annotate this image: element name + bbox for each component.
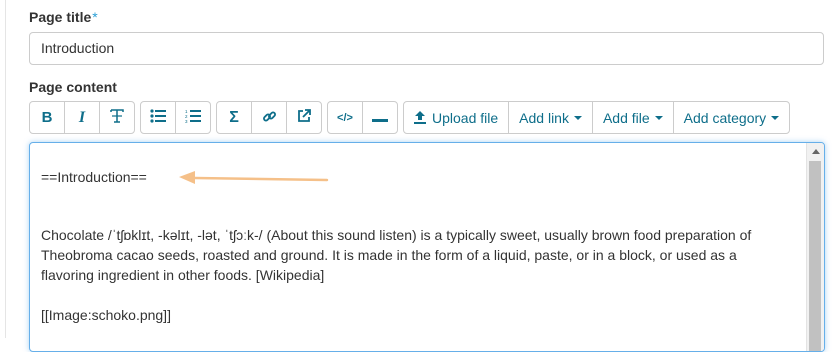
bold-icon: B — [41, 109, 53, 126]
horizontal-rule-button[interactable] — [362, 101, 398, 134]
bulleted-list-button[interactable] — [140, 101, 176, 134]
scroll-thumb[interactable] — [809, 161, 821, 351]
image-markup: [[Image:schoko.png]] — [41, 307, 171, 323]
add-file-dropdown[interactable]: Add file — [591, 101, 674, 134]
numbered-list-button[interactable]: 123 — [175, 101, 211, 134]
link-button[interactable] — [251, 101, 287, 134]
page-title-input[interactable]: Introduction — [29, 32, 824, 65]
bulleted-list-icon — [150, 109, 166, 126]
heading-markup: ==Introduction== — [41, 169, 147, 185]
paragraph-line: Theobroma cacao seeds, roasted and groun… — [41, 247, 737, 263]
caret-down-icon — [573, 115, 582, 120]
caret-down-icon — [771, 115, 780, 120]
paragraph-line: Chocolate /ˈtʃɒklɪt, -kəlɪt, -lət, ˈtʃɔː… — [41, 227, 752, 243]
code-icon: </> — [337, 111, 353, 124]
upload-file-button[interactable]: Upload file — [403, 101, 510, 134]
svg-text:3: 3 — [185, 119, 188, 123]
bold-button[interactable]: B — [29, 101, 65, 134]
scroll-up-icon[interactable] — [807, 143, 824, 160]
italic-icon: I — [78, 108, 86, 126]
numbered-list-icon: 123 — [185, 109, 201, 126]
clear-format-button[interactable] — [99, 101, 135, 134]
add-file-label: Add file — [602, 109, 650, 126]
add-link-dropdown[interactable]: Add link — [508, 101, 593, 134]
code-button[interactable]: </> — [327, 101, 363, 134]
italic-button[interactable]: I — [64, 101, 100, 134]
external-link-button[interactable] — [286, 101, 322, 134]
editor-toolbar: B I 123 Σ </> Upload file Add link Add f… — [29, 101, 791, 134]
add-category-label: Add category — [683, 109, 767, 126]
editor-scrollbar[interactable] — [806, 143, 824, 351]
horizontal-rule-icon — [372, 110, 388, 126]
upload-icon — [414, 111, 426, 124]
page-content-editor[interactable]: ==Introduction== Chocolate /ˈtʃɒklɪt, -k… — [29, 142, 825, 352]
editor-text: ==Introduction== Chocolate /ˈtʃɒklɪt, -k… — [41, 167, 801, 325]
add-link-label: Add link — [519, 109, 569, 126]
upload-file-label: Upload file — [432, 109, 499, 126]
clear-format-icon — [109, 108, 125, 127]
add-category-dropdown[interactable]: Add category — [672, 101, 791, 134]
required-indicator: * — [92, 9, 98, 25]
page-content-label: Page content — [29, 79, 117, 95]
caret-down-icon — [654, 115, 663, 120]
code-group: </> — [327, 101, 398, 134]
annotation-arrow-icon — [179, 171, 329, 184]
format-group: B I — [29, 101, 135, 134]
page-title-label: Page title* — [29, 9, 98, 25]
link-icon — [262, 109, 277, 127]
external-link-icon — [297, 109, 311, 126]
left-divider — [5, 0, 6, 338]
formula-button[interactable]: Σ — [216, 101, 252, 134]
sigma-icon: Σ — [229, 108, 239, 126]
list-group: 123 — [140, 101, 211, 134]
upload-group: Upload file Add link Add file Add catego… — [403, 101, 791, 134]
paragraph-line: flavoring ingredient in other foods. [Wi… — [41, 267, 325, 283]
insert-group: Σ — [216, 101, 322, 134]
